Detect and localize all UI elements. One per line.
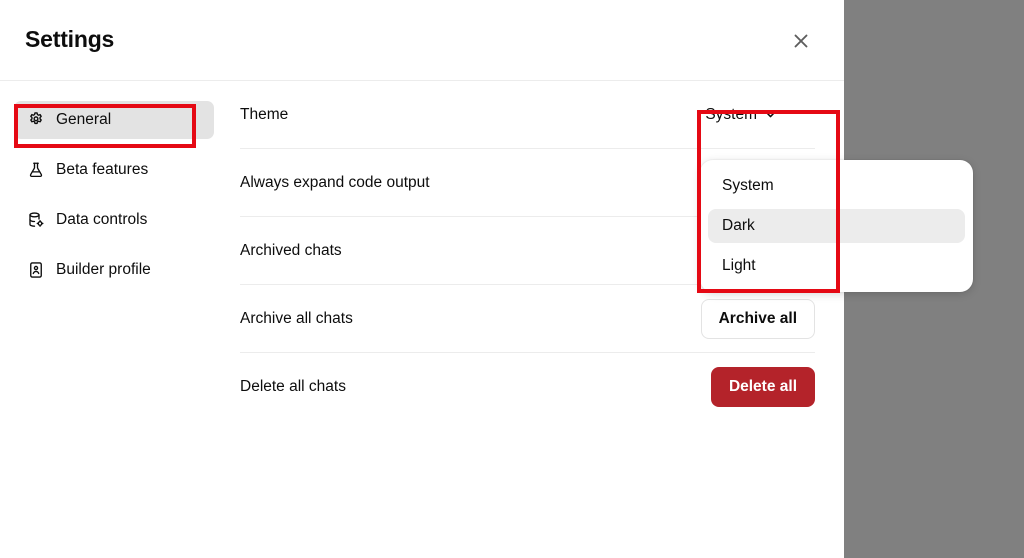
row-label: Archive all chats <box>240 309 353 327</box>
theme-dropdown-menu: System Dark Light <box>700 160 973 292</box>
sidebar-item-label: Builder profile <box>56 261 151 278</box>
dropdown-option-system[interactable]: System <box>708 169 965 203</box>
modal-header: Settings <box>0 0 844 81</box>
sidebar-item-data-controls[interactable]: Data controls <box>14 201 214 239</box>
row-label: Theme <box>240 105 289 123</box>
row-control-slot: Delete all <box>615 366 815 407</box>
theme-select[interactable]: System <box>693 101 787 129</box>
sidebar: General Beta features Data controls Buil… <box>0 81 228 301</box>
theme-select-value: System <box>705 105 757 123</box>
row-label: Always expand code output <box>240 173 430 191</box>
sidebar-item-label: General <box>56 111 112 128</box>
dropdown-option-label: Dark <box>722 217 755 234</box>
screen: Settings General Beta features Data cont… <box>0 0 1024 558</box>
dropdown-option-light[interactable]: Light <box>708 249 965 283</box>
dropdown-option-dark[interactable]: Dark <box>708 209 965 243</box>
dropdown-option-label: Light <box>722 257 756 274</box>
sidebar-item-general[interactable]: General <box>14 101 214 139</box>
delete-all-button[interactable]: Delete all <box>710 366 815 407</box>
archive-all-button[interactable]: Archive all <box>700 298 815 339</box>
chevron-down-icon <box>764 108 777 121</box>
close-icon <box>791 31 811 51</box>
table-row-theme: Theme System <box>240 81 815 149</box>
close-button[interactable] <box>785 25 817 57</box>
page-title: Settings <box>25 26 115 52</box>
sidebar-item-beta-features[interactable]: Beta features <box>14 151 214 189</box>
sidebar-item-builder-profile[interactable]: Builder profile <box>14 251 214 289</box>
sidebar-item-label: Beta features <box>56 161 149 178</box>
flask-icon <box>26 161 45 180</box>
row-control-slot: Archive all <box>615 298 815 339</box>
sidebar-item-label: Data controls <box>56 211 148 228</box>
gear-icon <box>26 111 45 130</box>
database-gear-icon <box>26 211 45 230</box>
row-label: Archived chats <box>240 241 342 259</box>
dropdown-option-label: System <box>722 177 774 194</box>
table-row-archive-all-chats: Archive all chats Archive all <box>240 285 815 353</box>
row-label: Delete all chats <box>240 377 346 395</box>
id-card-icon <box>26 261 45 280</box>
table-row-delete-all-chats: Delete all chats Delete all <box>240 353 815 420</box>
